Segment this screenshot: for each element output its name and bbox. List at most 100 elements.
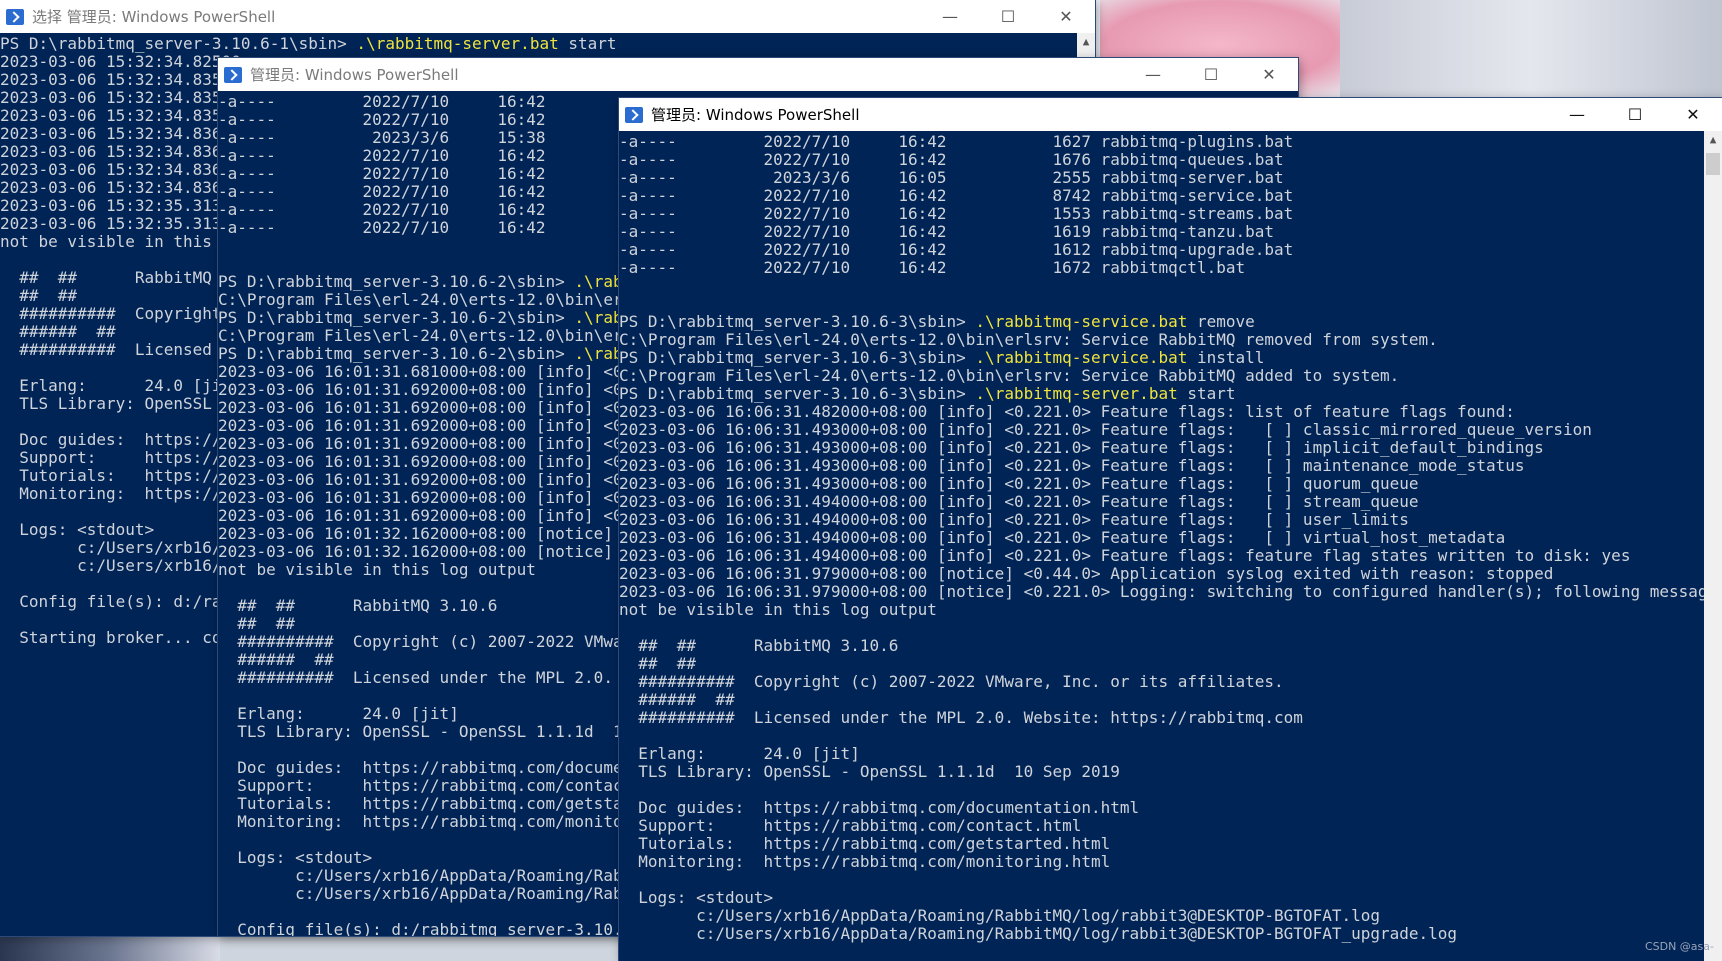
scroll-up-icon[interactable]: ▲ [1704,133,1722,146]
console-line-text: Support: https://ra [0,448,241,467]
console-line-text: Erlang: 24.0 [jit] [0,376,241,395]
console-line: ## ## [619,655,1704,673]
console-line-text: 2023-03-06 15:32:34.83600 [0,142,241,161]
minimize-button[interactable]: — [1124,58,1182,91]
console-line-text: ########## Copyright (c) 2007-2022 VMwar… [218,632,652,651]
console-line: ########## Copyright (c) 2007-2022 VMwar… [619,673,1704,691]
console-line: Support: https://rabbitmq.com/contact.ht… [619,817,1704,835]
console-line-text: C:\Program Files\erl-24.0\erts-12.0\bin\… [218,290,652,309]
console-line: ###### ## [619,691,1704,709]
scroll-up-icon[interactable]: ▲ [1077,35,1095,48]
console-line-text: ########## Copyright (c) 2007-2022 VMwar… [619,672,1284,691]
console-line-text: ## ## [0,286,78,305]
console-line-text: 2023-03-06 16:06:31.493000+08:00 [info] … [619,420,1592,439]
console-line: -a---- 2022/7/10 16:42 1612 rabbitmq-upg… [619,241,1704,259]
console-line-text: Doc guides: https://rabbitmq.com/documen… [218,758,652,777]
console-line: 2023-03-06 16:06:31.494000+08:00 [info] … [619,547,1704,565]
console-line: c:/Users/xrb16/AppData/Roaming/RabbitMQ/… [619,907,1704,925]
console-line: 2023-03-06 16:06:31.494000+08:00 [info] … [619,529,1704,547]
console-line-text: 2023-03-06 16:01:31.692000+08:00 [info] … [218,470,652,489]
window-titlebar[interactable]: 选择 管理员: Windows PowerShell — ☐ ✕ [0,0,1095,33]
console-line-text: 2023-03-06 16:01:31.692000+08:00 [info] … [218,416,652,435]
console-line: -a---- 2022/7/10 16:42 1553 rabbitmq-str… [619,205,1704,223]
console-line-text: -a---- 2022/7/10 16:42 [218,182,546,201]
console-line-text: 2023-03-06 16:01:31.692000+08:00 [info] … [218,380,652,399]
console-line-text: ###### ## [218,650,334,669]
console-line-text: 2023-03-06 15:32:34.83500 [0,106,241,125]
console-line-text: PS D:\rabbitmq_server-3.10.6-3\sbin> [619,384,976,403]
console-line-text: PS D:\rabbitmq_server-3.10.6-3\sbin> [619,312,976,331]
close-button[interactable]: ✕ [1240,58,1298,91]
console-line-text: Doc guides: https://ra [0,430,241,449]
console-output[interactable]: -a---- 2022/7/10 16:42 1627 rabbitmq-plu… [619,131,1704,961]
console-line-text: 2023-03-06 15:32:34.83600 [0,160,241,179]
console-line-text: 2023-03-06 16:01:31.692000+08:00 [info] … [218,452,652,471]
console-line-text: -a---- 2022/7/10 16:42 1553 rabbitmq-str… [619,204,1294,223]
console-line-text: Support: https://rabbitmq.com/contact.ht… [619,816,1082,835]
console-line: PS D:\rabbitmq_server-3.10.6-3\sbin> .\r… [619,349,1704,367]
console-line: C:\Program Files\erl-24.0\erts-12.0\bin\… [619,331,1704,349]
close-button[interactable]: ✕ [1037,0,1095,33]
scrollbar-thumb[interactable] [1706,153,1720,175]
console-line: Doc guides: https://rabbitmq.com/documen… [619,799,1704,817]
console-line-text: Logs: <stdout> [0,520,155,539]
console-line-text: C:\Program Files\erl-24.0\erts-12.0\bin\… [218,326,652,345]
window-titlebar[interactable]: 管理员: Windows PowerShell — ☐ ✕ [619,98,1722,131]
minimize-button[interactable]: — [1548,98,1606,131]
console-line-text: c:/Users/xrb16/AppData/Roaming/Rabbit [218,866,652,885]
console-line-text: -a---- 2022/7/10 16:42 1619 rabbitmq-tan… [619,222,1275,241]
console-line-text: -a---- 2022/7/10 16:42 [218,218,546,237]
powershell-window-3[interactable]: 管理员: Windows PowerShell — ☐ ✕ -a---- 202… [619,98,1722,961]
console-line-text: TLS Library: OpenSSL - OpenSSL 1.1.1d 10… [619,762,1120,781]
console-line-text: C:\Program Files\erl-24.0\erts-12.0\bin\… [619,330,1438,349]
console-line-text: 2023-03-06 16:06:31.494000+08:00 [info] … [619,510,1409,529]
console-line-text: PS D:\rabbitmq_server-3.10.6-2\sbin> [218,272,575,291]
console-line-text: not be visible in this lo [0,232,241,251]
maximize-button[interactable]: ☐ [1606,98,1664,131]
scrollbar[interactable]: ▲ [1704,131,1722,961]
console-line-text: 2023-03-06 16:01:31.681000+08:00 [info] … [218,362,652,381]
console-command: .\rabbitmq-server.bat [356,34,559,53]
console-line-text: Tutorials: https://rabbitmq.com/getstart… [218,794,652,813]
window-title: 管理员: Windows PowerShell [250,66,459,84]
console-command: .\rabbitmq-service.bat [975,348,1188,367]
console-line: ## ## RabbitMQ 3.10.6 [619,637,1704,655]
console-line-text: -a---- 2023/3/6 15:38 [218,128,546,147]
console-line-text: ########## Licensed under the MPL 2.0. W… [619,708,1303,727]
console-line: 2023-03-06 16:06:31.482000+08:00 [info] … [619,403,1704,421]
console-line-text: 2023-03-06 16:06:31.494000+08:00 [info] … [619,546,1631,565]
console-line-text: 2023-03-06 16:06:31.482000+08:00 [info] … [619,402,1515,421]
minimize-button[interactable]: — [921,0,979,33]
console-line: Erlang: 24.0 [jit] [619,745,1704,763]
console-line-text: 2023-03-06 16:06:31.494000+08:00 [info] … [619,492,1419,511]
console-line-text: c:/Users/xrb16/AppData/Roaming/RabbitMQ/… [619,906,1380,925]
console-line-text: -a---- 2022/7/10 16:42 1627 rabbitmq-plu… [619,132,1294,151]
window-titlebar[interactable]: 管理员: Windows PowerShell — ☐ ✕ [218,58,1298,91]
console-line-text: -a---- 2022/7/10 16:42 1676 rabbitmq-que… [619,150,1284,169]
console-line-text: 2023-03-06 16:06:31.494000+08:00 [info] … [619,528,1506,547]
close-button[interactable]: ✕ [1664,98,1722,131]
console-line-text: c:/Users/xrb16/AppData/Roaming/Rabbit [218,884,652,903]
wallpaper-art-bottom [0,936,220,961]
console-line-text: ## ## [218,614,296,633]
console-line-text: 2023-03-06 15:32:34.83500 [0,70,241,89]
console-line-text: ########## Copyright [0,304,232,323]
console-line-text: 2023-03-06 15:32:34.83600 [0,178,241,197]
console-line-text: 2023-03-06 16:06:31.979000+08:00 [notice… [619,564,1554,583]
console-line: -a---- 2022/7/10 16:42 1619 rabbitmq-tan… [619,223,1704,241]
console-line-text: Config file(s): d:/rabb [0,592,241,611]
console-command: .\rabbitmq-service.bat [975,312,1188,331]
console-command-args: start [558,34,617,53]
console-line-text: 2023-03-06 15:32:34.82500 [0,52,241,71]
maximize-button[interactable]: ☐ [1182,58,1240,91]
maximize-button[interactable]: ☐ [979,0,1037,33]
console-line-text: ###### ## [619,690,735,709]
console-line-text: ## ## RabbitMQ 3.10.6 [218,596,498,615]
console-line-text: 2023-03-06 16:01:31.692000+08:00 [info] … [218,398,652,417]
console-line-text: 2023-03-06 16:01:31.692000+08:00 [info] … [218,506,652,525]
